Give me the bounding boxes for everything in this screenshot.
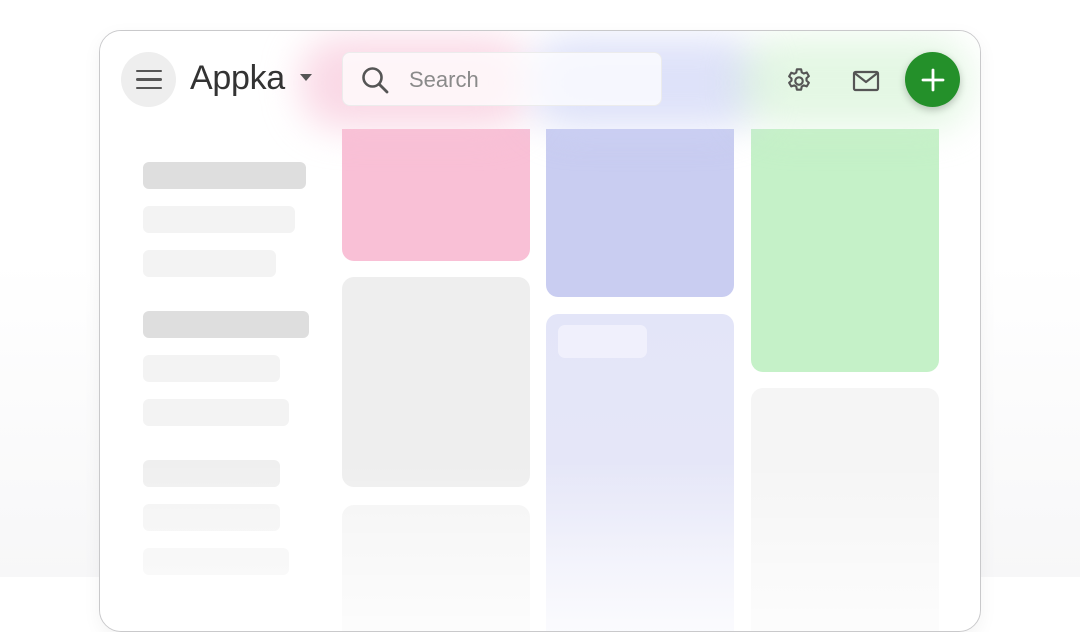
search-icon bbox=[361, 66, 389, 99]
sidebar-section-heading bbox=[143, 162, 306, 189]
green-card[interactable] bbox=[751, 111, 939, 372]
gray-card[interactable] bbox=[342, 505, 530, 631]
search-box[interactable] bbox=[342, 52, 662, 106]
mail-button[interactable] bbox=[846, 61, 886, 101]
card-label-chip bbox=[558, 325, 647, 358]
gray-card[interactable] bbox=[751, 388, 939, 631]
gear-icon bbox=[788, 68, 810, 91]
menu-button[interactable] bbox=[121, 52, 176, 107]
pink-card[interactable] bbox=[342, 111, 530, 261]
plus-icon bbox=[921, 68, 944, 91]
search-input[interactable] bbox=[407, 65, 651, 95]
app-title: Appka bbox=[190, 59, 285, 97]
periwinkle-card[interactable] bbox=[546, 111, 734, 297]
hamburger-menu-icon bbox=[135, 69, 162, 73]
sidebar-item[interactable] bbox=[143, 504, 280, 531]
sidebar-section-heading bbox=[143, 311, 309, 338]
add-button[interactable] bbox=[905, 52, 960, 107]
sidebar-item[interactable] bbox=[143, 206, 295, 233]
mail-icon bbox=[852, 70, 880, 92]
top-bar: Appka bbox=[100, 31, 980, 129]
sidebar-item[interactable] bbox=[143, 548, 289, 575]
sidebar-item[interactable] bbox=[143, 355, 280, 382]
sidebar-section-heading bbox=[143, 460, 280, 487]
lavender-card[interactable] bbox=[546, 314, 734, 631]
settings-button[interactable] bbox=[779, 61, 819, 101]
gray-card[interactable] bbox=[342, 277, 530, 487]
sidebar-item[interactable] bbox=[143, 399, 289, 426]
sidebar-item[interactable] bbox=[143, 250, 276, 277]
caret-down-icon[interactable] bbox=[300, 74, 312, 81]
app-window: Appka bbox=[99, 30, 981, 632]
